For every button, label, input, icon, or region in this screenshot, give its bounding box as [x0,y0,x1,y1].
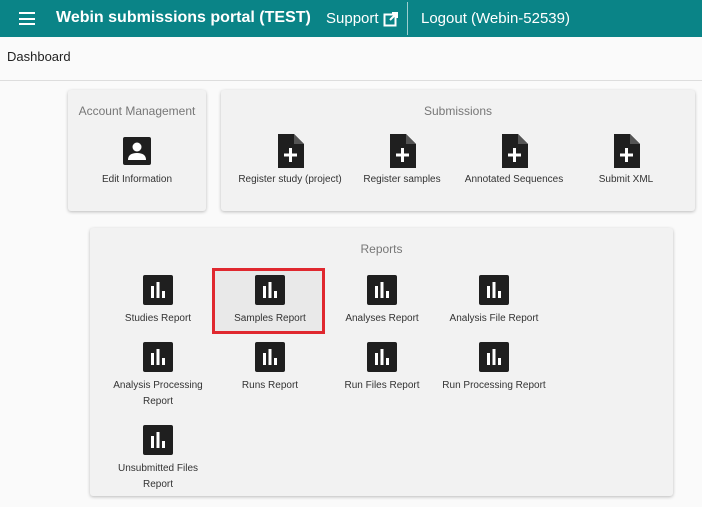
submit-xml-tile[interactable]: Submit XML [570,134,682,188]
register-study-label: Register study (project) [238,174,342,185]
bar-chart-icon [479,342,509,372]
analyses-report-label: Analyses Report [345,313,419,324]
bar-chart-icon [255,342,285,372]
studies-report-label: Studies Report [124,313,192,324]
analyses-report-tile[interactable]: Analyses Report [326,275,438,327]
file-add-icon [611,134,641,168]
unsubmitted-files-report-label: Unsubmitted Files Report [117,463,199,490]
samples-report-tile[interactable]: Samples Report [214,275,326,327]
edit-information-tile[interactable]: Edit Information [81,136,193,188]
external-link-icon [383,11,398,26]
bar-chart-icon [255,275,285,305]
header-divider [407,2,408,35]
support-link[interactable]: Support [326,10,399,27]
run-processing-report-tile[interactable]: Run Processing Report [438,342,550,394]
app-title: Webin submissions portal (TEST) [56,9,311,26]
analysis-processing-report-tile[interactable]: Analysis Processing Report [102,342,214,410]
submissions-card-title: Submissions [423,104,493,118]
bar-chart-icon [479,275,509,305]
account-management-card: Account Management Edit Information [68,90,206,211]
runs-report-tile[interactable]: Runs Report [214,342,326,394]
analysis-file-report-label: Analysis File Report [449,313,539,324]
analysis-file-report-tile[interactable]: Analysis File Report [438,275,550,327]
run-files-report-tile[interactable]: Run Files Report [326,342,438,394]
logout-link[interactable]: Logout (Webin-52539) [421,10,570,27]
reports-card-title: Reports [360,242,403,256]
register-samples-label: Register samples [363,174,441,185]
analysis-processing-report-label: Analysis Processing Report [113,380,203,407]
file-add-icon [499,134,529,168]
runs-report-label: Runs Report [241,380,299,391]
edit-information-label: Edit Information [101,174,173,185]
samples-report-label: Samples Report [234,313,306,324]
account-card-title: Account Management [78,104,196,118]
unsubmitted-files-report-tile[interactable]: Unsubmitted Files Report [102,425,214,493]
menu-icon[interactable] [19,12,35,25]
annotated-sequences-label: Annotated Sequences [464,174,564,185]
breadcrumb: Dashboard [7,49,71,64]
studies-report-tile[interactable]: Studies Report [102,275,214,327]
top-bar: Webin submissions portal (TEST) Support … [0,0,702,37]
run-files-report-label: Run Files Report [344,380,420,391]
file-add-icon [387,134,417,168]
divider [0,80,702,81]
submissions-card: Submissions Register study (project) Reg… [221,90,695,211]
bar-chart-icon [143,425,173,455]
bar-chart-icon [143,275,173,305]
register-samples-tile[interactable]: Register samples [346,134,458,188]
support-label: Support [326,10,379,27]
bar-chart-icon [143,342,173,372]
annotated-sequences-tile[interactable]: Annotated Sequences [458,134,570,188]
submit-xml-label: Submit XML [598,174,654,185]
person-icon [122,136,152,166]
file-add-icon [275,134,305,168]
register-study-tile[interactable]: Register study (project) [234,134,346,188]
bar-chart-icon [367,342,397,372]
run-processing-report-label: Run Processing Report [442,380,546,391]
bar-chart-icon [367,275,397,305]
